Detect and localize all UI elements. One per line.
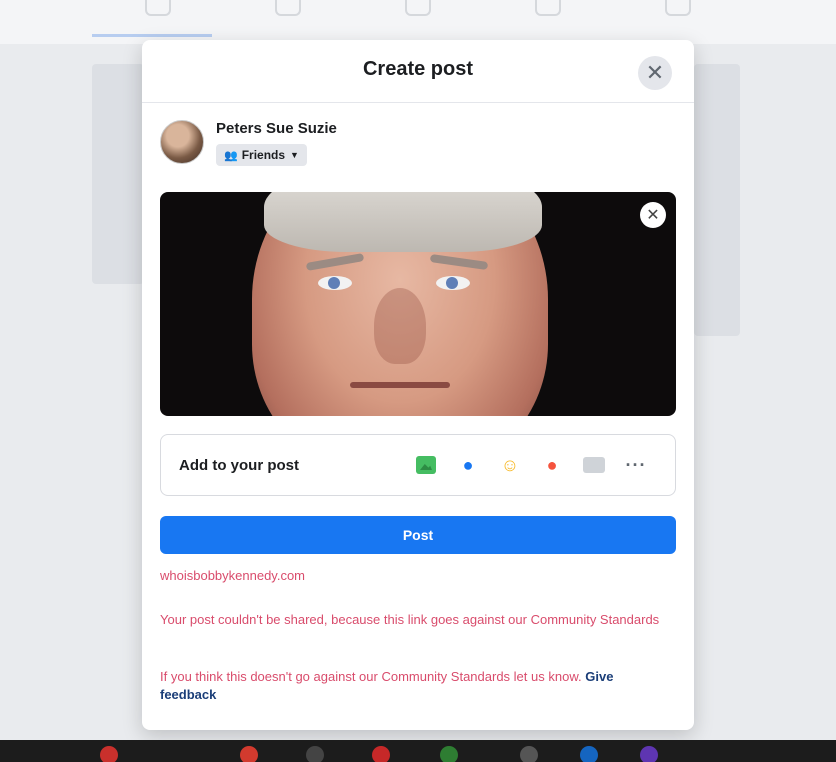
blocked-link-text: whoisbobbykennedy.com: [160, 568, 306, 583]
background-watch-tab-icon: [275, 0, 301, 16]
feeling-icon[interactable]: ☺: [497, 452, 523, 478]
remove-photo-button[interactable]: ✕: [640, 202, 666, 228]
close-icon: ✕: [646, 207, 660, 224]
taskbar-app-icon[interactable]: [372, 746, 390, 762]
friends-icon: 👥: [224, 149, 238, 162]
gif-icon[interactable]: [581, 452, 607, 478]
taskbar-app-icon[interactable]: [306, 746, 324, 762]
taskbar-app-icon[interactable]: [100, 746, 118, 762]
feedback-message: If you think this doesn't go against our…: [160, 668, 670, 704]
photo-video-icon[interactable]: [413, 452, 439, 478]
audience-selector[interactable]: 👥 Friends ▼: [216, 144, 307, 166]
photo-mouth: [350, 382, 450, 388]
chevron-down-icon: ▼: [290, 150, 299, 160]
create-post-dialog: Create post ✕ Peters Sue Suzie 👥 Friends…: [142, 40, 694, 730]
photo-nose: [374, 288, 426, 364]
taskbar-app-icon[interactable]: [580, 746, 598, 762]
photo-hair: [264, 192, 542, 252]
error-message: Your post couldn't be shared, because th…: [160, 612, 660, 627]
author-name: Peters Sue Suzie: [216, 120, 337, 137]
feedback-prefix: If you think this doesn't go against our…: [160, 669, 582, 684]
more-icon[interactable]: ···: [623, 452, 649, 478]
tag-people-icon[interactable]: ●: [455, 452, 481, 478]
check-in-icon[interactable]: ●: [539, 452, 565, 478]
background-story-card: [694, 64, 740, 336]
taskbar-app-icon[interactable]: [640, 746, 658, 762]
close-dialog-button[interactable]: ✕: [638, 56, 672, 90]
add-to-post-bar: Add to your post ● ☺ ● ···: [160, 434, 676, 496]
taskbar: [0, 740, 836, 762]
avatar: [160, 120, 204, 164]
dialog-title: Create post: [362, 58, 474, 80]
add-to-post-label: Add to your post: [179, 457, 299, 474]
photo-eye: [436, 276, 470, 290]
taskbar-app-icon[interactable]: [520, 746, 538, 762]
background-groups-tab-icon: [535, 0, 561, 16]
background-marketplace-tab-icon: [405, 0, 431, 16]
background-home-tab-icon: [145, 0, 171, 16]
close-icon: ✕: [645, 60, 665, 85]
photo-eye: [318, 276, 352, 290]
background-active-tab-indicator: [92, 34, 212, 37]
post-author: Peters Sue Suzie 👥 Friends ▼: [160, 116, 560, 166]
post-button[interactable]: Post: [160, 516, 676, 554]
attached-photo: ✕: [160, 192, 676, 416]
taskbar-app-icon[interactable]: [440, 746, 458, 762]
background-story-card: [92, 64, 144, 284]
background-gaming-tab-icon: [665, 0, 691, 16]
taskbar-app-icon[interactable]: [240, 746, 258, 762]
audience-label: Friends: [241, 148, 286, 162]
dialog-header: Create post ✕: [142, 40, 694, 103]
